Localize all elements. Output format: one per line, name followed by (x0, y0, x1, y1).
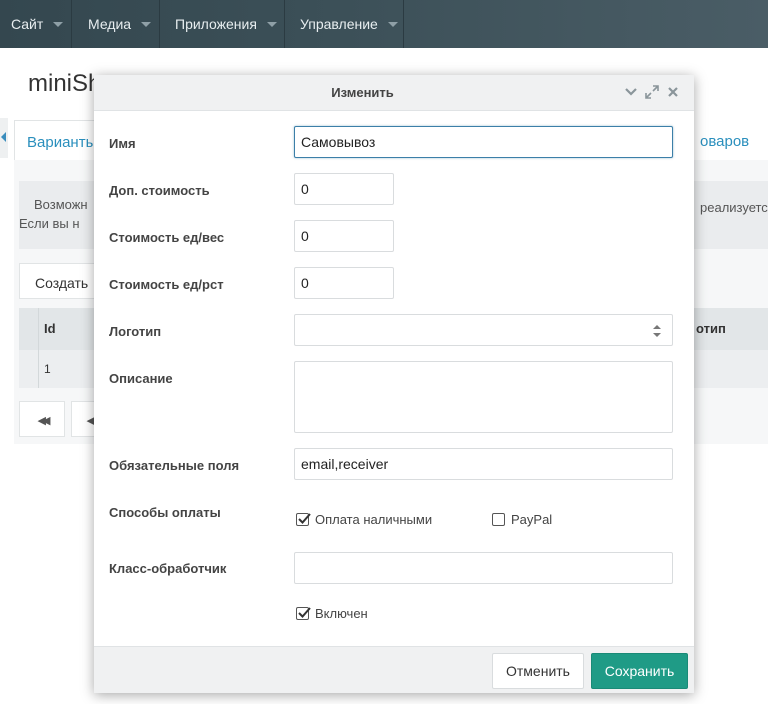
enabled-label: Включен (315, 606, 368, 621)
nav-item-media[interactable]: Медиа (72, 0, 160, 48)
dialog-header[interactable]: Изменить (94, 75, 694, 111)
enabled-checkbox[interactable]: Включен (296, 606, 368, 621)
payment-cash-label: Оплата наличными (315, 512, 433, 527)
collapse-button[interactable] (623, 84, 639, 100)
pager-prev-button[interactable]: ◀ (71, 401, 95, 437)
handler-class-input[interactable] (294, 552, 673, 584)
nav-item-manage[interactable]: Управление (285, 0, 404, 48)
name-label: Имя (109, 136, 136, 151)
sidebar-toggle[interactable] (0, 118, 8, 158)
payment-paypal-checkbox[interactable]: PayPal (492, 512, 552, 527)
info-text-line2: Если вы н (19, 216, 80, 231)
caret-down-icon (141, 21, 152, 27)
description-label: Описание (109, 371, 173, 386)
dialog-title: Изменить (331, 85, 394, 100)
nav-item-site[interactable]: Сайт (0, 0, 72, 48)
payment-cash-checkbox[interactable]: Оплата наличными (296, 512, 432, 527)
required-fields-input[interactable] (294, 448, 673, 480)
nav-item-label: Приложения (175, 16, 257, 32)
info-text-right: реализуетс (700, 200, 768, 215)
nav-item-apps[interactable]: Приложения (160, 0, 285, 48)
create-button[interactable]: Создать (19, 263, 99, 299)
payment-paypal-label: PayPal (511, 512, 553, 527)
dialog-footer: Отменить Сохранить (94, 646, 694, 693)
edit-dialog: Изменить Имя Доп. стоимость Стоимость ед… (94, 75, 694, 693)
logo-label: Логотип (109, 324, 162, 339)
caret-down-icon (53, 21, 64, 27)
column-divider (38, 308, 39, 388)
checkmark-icon (298, 513, 311, 524)
checkbox-unchecked[interactable] (492, 513, 505, 526)
price-label: Доп. стоимость (109, 183, 210, 198)
logo-select[interactable] (294, 314, 673, 346)
top-navigation: Сайт Медиа Приложения Управление (0, 0, 768, 48)
distance-price-label: Стоимость ед/рст (109, 277, 224, 292)
nav-item-label: Медиа (88, 16, 132, 32)
checkbox-checked[interactable] (296, 607, 311, 620)
name-input[interactable] (294, 126, 673, 158)
close-button[interactable] (665, 84, 681, 100)
price-input[interactable] (294, 173, 394, 205)
weight-price-input[interactable] (294, 220, 394, 252)
chevron-down-icon (625, 88, 637, 96)
info-text-line1: Возможн (34, 197, 88, 212)
save-button[interactable]: Сохранить (591, 653, 688, 689)
tab-variants[interactable]: Варианты (14, 120, 100, 160)
page-title: miniSh (28, 70, 102, 97)
checkmark-icon (298, 607, 311, 618)
caret-down-icon (387, 21, 398, 27)
pager-first-button[interactable]: ◀◀ (19, 401, 65, 437)
required-fields-label: Обязательные поля (109, 458, 240, 473)
column-header-id[interactable]: Id (44, 321, 56, 336)
column-header-logo[interactable]: отип (696, 321, 726, 336)
cancel-button[interactable]: Отменить (492, 653, 584, 689)
handler-class-label: Класс-обработчик (109, 561, 227, 576)
expand-icon (645, 85, 659, 99)
distance-price-input[interactable] (294, 267, 394, 299)
payments-label: Способы оплаты (109, 505, 221, 520)
description-textarea[interactable] (294, 361, 673, 433)
nav-item-label: Сайт (11, 16, 44, 32)
maximize-button[interactable] (644, 84, 660, 100)
cell-id: 1 (44, 362, 51, 376)
double-chevron-left-icon: ◀◀ (37, 415, 51, 427)
tab-goods[interactable]: оваров (700, 133, 749, 150)
caret-down-icon (266, 21, 277, 27)
checkbox-checked[interactable] (296, 513, 311, 526)
nav-item-label: Управление (300, 16, 378, 32)
sort-arrows-icon (653, 325, 661, 337)
close-icon (668, 87, 678, 97)
weight-price-label: Стоимость ед/вес (109, 230, 225, 245)
